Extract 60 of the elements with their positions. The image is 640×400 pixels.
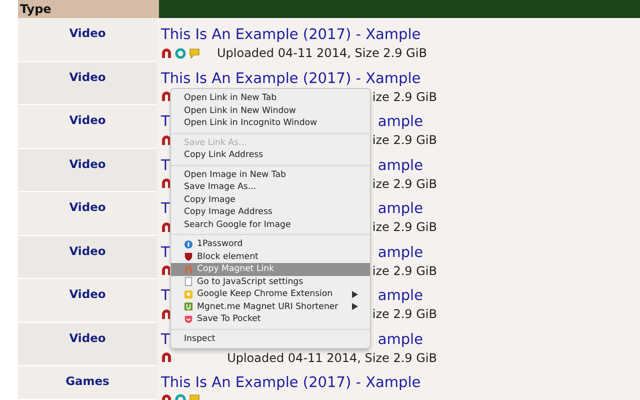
title-link[interactable]: ample <box>378 201 423 217</box>
menu-item[interactable]: Inspect <box>171 332 370 345</box>
document-icon <box>184 277 193 286</box>
title-link[interactable]: T <box>161 288 170 304</box>
title-link[interactable]: T <box>161 114 170 130</box>
type-link[interactable]: Games <box>66 374 110 388</box>
upload-info: ize 2.9 GiB <box>372 133 437 147</box>
menu-item[interactable]: Google Keep Chrome Extension <box>171 288 370 300</box>
upload-info: ize 2.9 GiB <box>372 90 437 104</box>
menu-item[interactable]: Block element <box>171 250 370 263</box>
menu-item[interactable]: Open Image in New Tab <box>171 168 370 181</box>
ring-icon[interactable] <box>175 48 186 58</box>
type-link[interactable]: Video <box>69 26 106 40</box>
title-link[interactable]: This Is An Example (2017) - Xample <box>161 375 421 391</box>
upload-info: Uploaded 04-11 2014, Size 2.9 GiB <box>217 46 427 60</box>
speech-bubble-icon[interactable] <box>189 48 200 58</box>
title-link[interactable]: This Is An Example (2017) - Xample <box>161 70 421 86</box>
bulb-icon <box>184 290 193 299</box>
menu-item[interactable]: Go to JavaScript settings <box>171 276 370 288</box>
title-link[interactable]: T <box>161 332 170 348</box>
type-link[interactable]: Video <box>69 287 106 301</box>
title-link[interactable]: ample <box>378 332 423 348</box>
magnet-icon[interactable] <box>161 48 172 58</box>
type-link[interactable]: Video <box>69 200 106 214</box>
title-link[interactable]: ample <box>378 288 423 304</box>
menu-item[interactable]: Open Link in Incognito Window <box>171 117 370 130</box>
title-link[interactable]: T <box>161 244 170 260</box>
magnet-icon[interactable] <box>161 352 172 363</box>
title-link[interactable]: ample <box>378 244 423 260</box>
upload-info: ize 2.9 GiB <box>372 307 437 321</box>
magnet-icon <box>184 264 193 274</box>
title-link[interactable]: ample <box>378 158 423 174</box>
title-link[interactable]: T <box>161 158 170 174</box>
info-circle-icon <box>184 240 193 249</box>
type-link[interactable]: Video <box>69 113 106 127</box>
upload-info: ize 2.9 GiB <box>372 264 437 278</box>
menu-item[interactable]: 1Password <box>171 238 370 250</box>
u-tile-icon <box>184 302 193 312</box>
menu-item[interactable]: Open Link in New Tab <box>171 92 370 104</box>
menu-item[interactable]: Mgnet.me Magnet URI Shortener <box>171 300 370 313</box>
column-header: Type <box>18 0 159 18</box>
type-link[interactable]: Video <box>69 156 106 170</box>
title-link[interactable]: This Is An Example (2017) - Xample <box>161 27 421 43</box>
menu-item[interactable]: Copy Link Address <box>171 149 370 162</box>
title-link[interactable]: T <box>161 201 170 217</box>
menu-item[interactable]: Open Link in New Window <box>171 104 370 117</box>
upload-info: ize 2.9 GiB <box>372 220 437 234</box>
menu-item[interactable]: Copy Image Address <box>171 206 370 218</box>
type-link[interactable]: Video <box>69 70 106 84</box>
upload-info: Uploaded 04-11 2014, Size 2.9 GiB <box>227 350 437 364</box>
shield-icon <box>184 252 193 262</box>
title-link[interactable]: ample <box>378 114 423 130</box>
menu-item[interactable]: Save To Pocket <box>171 313 370 326</box>
menu-item[interactable]: Copy Image <box>171 194 370 206</box>
upload-info: ize 2.9 GiB <box>372 176 437 190</box>
menu-item[interactable]: Save Image As... <box>171 181 370 194</box>
type-link[interactable]: Video <box>69 330 106 344</box>
type-link[interactable]: Video <box>69 244 106 258</box>
menu-item[interactable]: Search Google for Image <box>171 218 370 231</box>
pocket-icon <box>184 314 193 324</box>
